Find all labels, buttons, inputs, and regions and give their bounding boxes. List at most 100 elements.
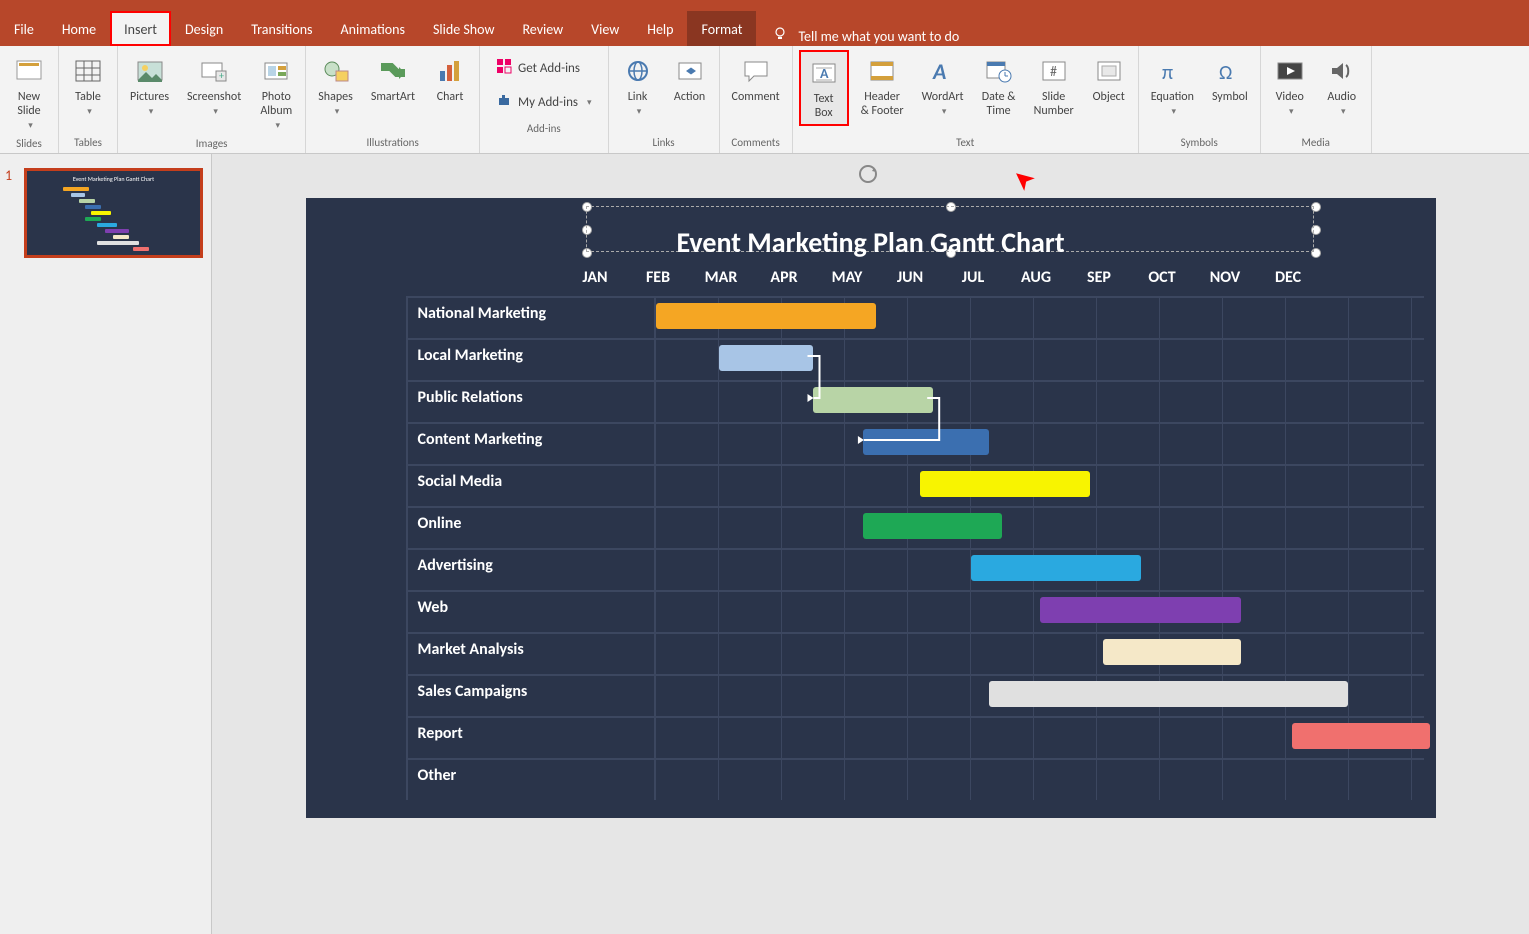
- task-label: Content Marketing: [406, 424, 656, 464]
- slide-thumbnail-panel: 1 Event Marketing Plan Gantt Chart: [0, 154, 212, 934]
- smartart-button[interactable]: SmartArt: [365, 50, 421, 108]
- task-label: Online: [406, 508, 656, 548]
- month-col: MAR: [690, 268, 753, 287]
- group-label-comments: Comments: [726, 134, 786, 151]
- task-label: Web: [406, 592, 656, 632]
- tab-transitions[interactable]: Transitions: [237, 11, 326, 46]
- text-box-icon: A: [807, 56, 841, 90]
- group-label-tables: Tables: [65, 134, 111, 151]
- wordart-button[interactable]: A WordArt: [916, 50, 970, 121]
- tell-me-search[interactable]: Tell me what you want to do: [756, 26, 975, 46]
- gantt-bar[interactable]: [1103, 639, 1242, 665]
- photo-album-icon: [259, 54, 293, 88]
- month-col: FEB: [627, 268, 690, 287]
- table-icon: [71, 54, 105, 88]
- annotation-arrow: ➤: [1004, 161, 1041, 200]
- screenshot-icon: +: [197, 54, 231, 88]
- tab-file[interactable]: File: [0, 11, 48, 46]
- tab-review[interactable]: Review: [508, 11, 577, 46]
- group-label-illustrations: Illustrations: [312, 134, 473, 151]
- month-col: JUN: [879, 268, 942, 287]
- gantt-bar[interactable]: [989, 681, 1348, 707]
- svg-text:π: π: [1162, 61, 1173, 83]
- tab-design[interactable]: Design: [171, 11, 237, 46]
- menu-tabbar: File Home Insert Design Transitions Anim…: [0, 0, 1529, 46]
- gantt-row: Web: [406, 590, 1424, 632]
- pictures-button[interactable]: Pictures: [124, 50, 175, 121]
- gantt-bar[interactable]: [863, 513, 1002, 539]
- svg-text:#: #: [1050, 63, 1057, 80]
- tab-view[interactable]: View: [577, 11, 633, 46]
- task-label: Advertising: [406, 550, 656, 590]
- symbol-button[interactable]: Ω Symbol: [1206, 50, 1254, 108]
- svg-text:+: +: [219, 69, 224, 82]
- tab-format[interactable]: Format: [687, 11, 756, 46]
- group-label-symbols: Symbols: [1145, 134, 1254, 151]
- date-time-button[interactable]: Date & Time: [976, 50, 1022, 122]
- gantt-bar[interactable]: [719, 345, 814, 371]
- equation-button[interactable]: π Equation: [1145, 50, 1200, 121]
- svg-text:A: A: [932, 59, 946, 83]
- action-icon: [673, 54, 707, 88]
- store-icon: [496, 58, 512, 78]
- gantt-bar[interactable]: [1292, 723, 1431, 749]
- new-slide-button[interactable]: New Slide: [6, 50, 52, 135]
- slide-number-button[interactable]: # Slide Number: [1028, 50, 1080, 122]
- chart-button[interactable]: Chart: [427, 50, 473, 108]
- task-label: Report: [406, 718, 656, 758]
- month-col: NOV: [1194, 268, 1257, 287]
- video-button[interactable]: Video: [1267, 50, 1313, 121]
- screenshot-button[interactable]: + Screenshot: [181, 50, 247, 121]
- comment-button[interactable]: Comment: [726, 50, 786, 108]
- action-button[interactable]: Action: [667, 50, 713, 108]
- gantt-bar[interactable]: [971, 555, 1141, 581]
- task-label: Market Analysis: [406, 634, 656, 674]
- gantt-row: Social Media: [406, 464, 1424, 506]
- date-time-icon: [982, 54, 1016, 88]
- photo-album-button[interactable]: Photo Album: [253, 50, 299, 135]
- tab-slideshow[interactable]: Slide Show: [419, 11, 508, 46]
- addins-icon: [496, 92, 512, 112]
- comment-icon: [739, 54, 773, 88]
- tab-insert[interactable]: Insert: [110, 11, 171, 46]
- slide-canvas-area[interactable]: ➤ Event Marketing Plan Gantt Chart JAN F…: [212, 154, 1529, 934]
- gantt-row: Advertising: [406, 548, 1424, 590]
- gantt-row: Market Analysis: [406, 632, 1424, 674]
- tab-home[interactable]: Home: [48, 11, 110, 46]
- gantt-bar[interactable]: [813, 387, 933, 413]
- rotate-handle-icon[interactable]: [856, 162, 880, 186]
- slide-canvas[interactable]: Event Marketing Plan Gantt Chart JAN FEB…: [306, 198, 1436, 818]
- audio-button[interactable]: Audio: [1319, 50, 1365, 121]
- gantt-cells: [656, 592, 1424, 632]
- text-box-button[interactable]: A Text Box: [799, 50, 849, 126]
- task-label: Sales Campaigns: [406, 676, 656, 716]
- gantt-bar[interactable]: [1040, 597, 1242, 623]
- gantt-bar[interactable]: [656, 303, 877, 329]
- tab-help[interactable]: Help: [633, 11, 687, 46]
- slide-thumbnail-1[interactable]: 1 Event Marketing Plan Gantt Chart: [24, 168, 203, 258]
- tab-animations[interactable]: Animations: [327, 11, 419, 46]
- audio-icon: [1325, 54, 1359, 88]
- group-label-media: Media: [1267, 134, 1365, 151]
- gantt-cells: [656, 298, 1424, 338]
- shapes-button[interactable]: Shapes: [312, 50, 359, 121]
- svg-text:Ω: Ω: [1219, 61, 1232, 83]
- thumbnail-number: 1: [5, 167, 12, 184]
- my-addins-button[interactable]: My Add-ins: [490, 88, 598, 116]
- gantt-cells: [656, 760, 1424, 800]
- group-label-links: Links: [615, 134, 713, 151]
- table-button[interactable]: Table: [65, 50, 111, 121]
- get-addins-button[interactable]: Get Add-ins: [490, 54, 598, 82]
- object-button[interactable]: Object: [1086, 50, 1132, 108]
- task-label: Other: [406, 760, 656, 800]
- month-col: AUG: [1005, 268, 1068, 287]
- gantt-bar[interactable]: [863, 429, 989, 455]
- gantt-cells: [656, 424, 1424, 464]
- group-label-images: Images: [124, 135, 299, 152]
- new-slide-icon: [12, 54, 46, 88]
- gantt-bar[interactable]: [920, 471, 1090, 497]
- header-footer-button[interactable]: Header & Footer: [855, 50, 910, 122]
- header-footer-icon: [865, 54, 899, 88]
- link-button[interactable]: Link: [615, 50, 661, 121]
- chart-title[interactable]: Event Marketing Plan Gantt Chart: [306, 225, 1436, 260]
